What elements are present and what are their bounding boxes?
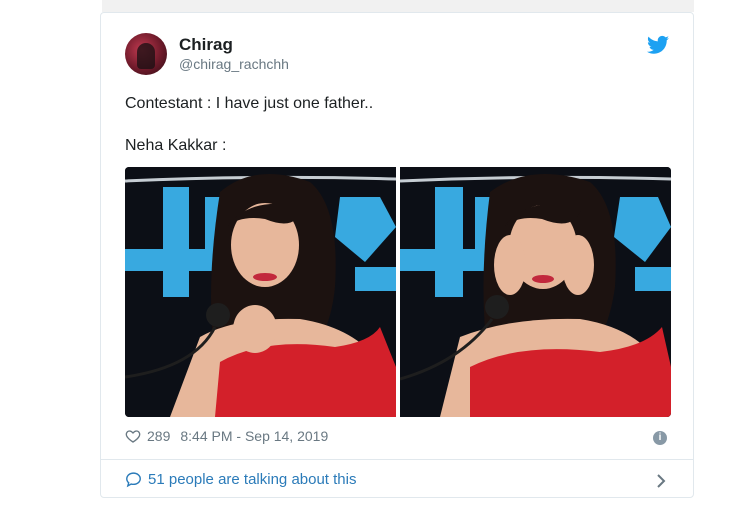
chevron-right-icon[interactable]: [655, 473, 667, 489]
avatar[interactable]: [125, 33, 167, 75]
conversation-text[interactable]: 51 people are talking about this: [148, 471, 356, 488]
page-top-edge: [102, 0, 694, 12]
conversation-link[interactable]: 51 people are talking about this: [125, 471, 356, 488]
author-handle[interactable]: @chirag_rachchh: [179, 56, 289, 72]
tweet-text-line-2: Neha Kakkar :: [125, 137, 227, 154]
author-name[interactable]: Chirag: [179, 35, 233, 55]
photo-left[interactable]: [125, 167, 396, 417]
avatar-figure: [137, 43, 155, 69]
info-icon[interactable]: i: [653, 431, 667, 445]
twitter-bird-icon[interactable]: [647, 35, 669, 55]
photo-right-image: [400, 167, 671, 417]
heart-icon[interactable]: [125, 428, 141, 444]
embedded-tweet-card: Chirag @chirag_rachchh Contestant : I ha…: [100, 12, 694, 498]
tweet-media[interactable]: [125, 167, 671, 417]
photo-right[interactable]: [400, 167, 671, 417]
tweet-text-line-1: Contestant : I have just one father..: [125, 95, 374, 112]
tweet-meta: 289 8:44 PM - Sep 14, 2019: [125, 428, 328, 444]
tweet-timestamp[interactable]: 8:44 PM - Sep 14, 2019: [180, 428, 328, 444]
footer-divider: [101, 459, 693, 460]
speech-bubble-icon: [126, 472, 141, 488]
photo-left-image: [125, 167, 396, 417]
like-count[interactable]: 289: [147, 428, 170, 444]
